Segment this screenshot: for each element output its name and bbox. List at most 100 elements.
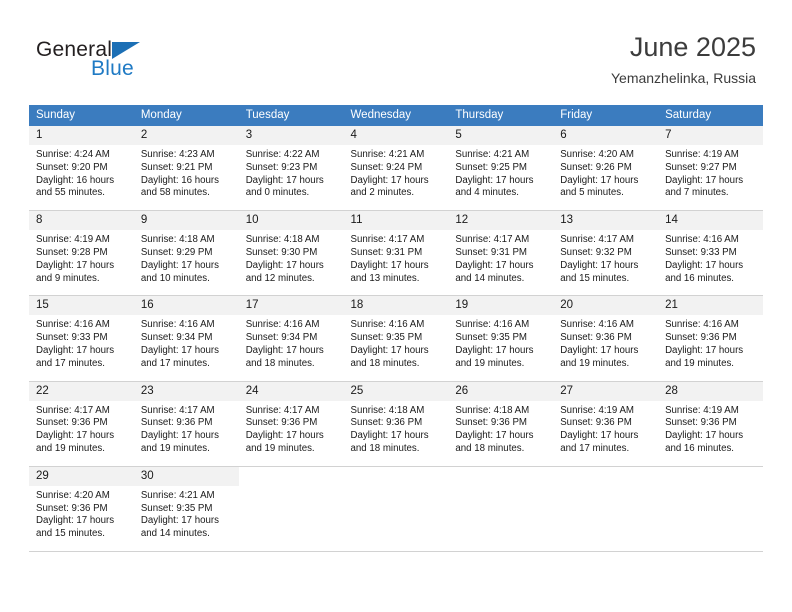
day-number-cell[interactable]: 30 — [133, 466, 239, 486]
day-number-cell[interactable]: 22 — [29, 381, 134, 401]
day-detail-cell[interactable]: Sunrise: 4:19 AM Sunset: 9:36 PM Daylight:… — [553, 400, 659, 465]
day-number-cell[interactable]: 12 — [448, 210, 554, 231]
general-blue-logo[interactable]: General Blue — [36, 38, 216, 84]
sunset-time: Sunset: 9:32 PM — [560, 246, 632, 258]
day-number-cell[interactable]: 25 — [343, 381, 449, 401]
daylight-hours: Daylight: 17 hours — [455, 259, 534, 271]
day-number-cell[interactable]: 8 — [29, 210, 134, 231]
day-detail-cell[interactable]: Sunrise: 4:17 AM Sunset: 9:36 PM Daylight:… — [133, 400, 239, 465]
day-detail-cell[interactable]: Sunrise: 4:17 AM Sunset: 9:36 PM Daylight:… — [238, 400, 344, 465]
day-number-cell[interactable]: 20 — [553, 295, 659, 316]
day-detail-cell[interactable]: Sunrise: 4:18 AM Sunset: 9:36 PM Daylight:… — [343, 400, 449, 465]
day-number-cell[interactable]: 18 — [343, 295, 449, 316]
day-number-cell[interactable]: 3 — [238, 126, 344, 145]
day-detail-cell[interactable]: Sunrise: 4:17 AM Sunset: 9:31 PM Daylight:… — [343, 230, 449, 295]
day-number-cell[interactable]: 4 — [343, 126, 449, 145]
day-number-cell[interactable]: 16 — [133, 295, 239, 316]
day-number-cell[interactable]: 1 — [29, 126, 134, 145]
daylight-hours: Daylight: 17 hours — [140, 430, 219, 442]
day-detail-cell[interactable]: Sunrise: 4:18 AM Sunset: 9:36 PM Daylight:… — [448, 400, 554, 465]
day-detail-cell[interactable]: Sunrise: 4:16 AM Sunset: 9:34 PM Daylight:… — [133, 315, 239, 380]
daylight-minutes: and 4 minutes. — [455, 187, 519, 199]
day-detail-cell[interactable]: Sunrise: 4:16 AM Sunset: 9:35 PM Daylight:… — [343, 315, 449, 380]
day-number-cell[interactable]: 10 — [238, 210, 344, 231]
day-number-cell[interactable]: 28 — [658, 381, 763, 401]
day-detail-cell[interactable]: Sunrise: 4:18 AM Sunset: 9:29 PM Daylight:… — [133, 230, 239, 295]
day-detail-cell[interactable]: Sunrise: 4:16 AM Sunset: 9:36 PM Daylight:… — [658, 315, 763, 380]
daylight-hours: Daylight: 17 hours — [245, 430, 324, 442]
day-detail-cell[interactable]: Sunrise: 4:19 AM Sunset: 9:28 PM Daylight:… — [29, 230, 134, 295]
day-number-cell[interactable]: 5 — [448, 126, 554, 145]
daylight-minutes: and 14 minutes. — [140, 528, 210, 540]
sunrise-time: Sunrise: 4:20 AM — [560, 149, 634, 160]
day-number-cell[interactable]: 2 — [133, 126, 239, 145]
day-number-cell[interactable]: 27 — [553, 381, 659, 401]
day-number-cell[interactable]: 14 — [658, 210, 763, 231]
day-number-cell[interactable]: 17 — [238, 295, 344, 316]
day-detail-cell[interactable]: Sunrise: 4:17 AM Sunset: 9:36 PM Daylight:… — [29, 400, 134, 465]
day-detail-cell[interactable]: Sunrise: 4:21 AM Sunset: 9:35 PM Daylight:… — [133, 485, 239, 550]
day-detail-cell[interactable]: Sunrise: 4:16 AM Sunset: 9:33 PM Daylight:… — [29, 315, 134, 380]
day-detail-cell[interactable]: Sunrise: 4:16 AM Sunset: 9:33 PM Daylight:… — [658, 230, 763, 295]
day-detail-cell[interactable]: Sunrise: 4:21 AM Sunset: 9:25 PM Daylight:… — [448, 145, 554, 210]
day-detail-cell[interactable]: Sunrise: 4:20 AM Sunset: 9:36 PM Daylight:… — [29, 485, 134, 550]
day-detail-cell[interactable]: Sunrise: 4:22 AM Sunset: 9:23 PM Daylight:… — [238, 145, 344, 210]
day-number-cell[interactable]: 29 — [29, 466, 134, 486]
day-detail-cell[interactable]: Sunrise: 4:16 AM Sunset: 9:34 PM Daylight:… — [238, 315, 344, 380]
sunset-time: Sunset: 9:36 PM — [245, 417, 318, 429]
daylight-hours: Daylight: 16 hours — [140, 174, 219, 186]
day-number-cell[interactable]: 11 — [343, 210, 449, 231]
day-detail-cell[interactable]: Sunrise: 4:16 AM Sunset: 9:36 PM Daylight:… — [553, 315, 659, 380]
daylight-minutes: and 15 minutes. — [560, 272, 630, 284]
sunrise-time: Sunrise: 4:19 AM — [36, 234, 110, 246]
day-number-cell[interactable]: 9 — [133, 210, 239, 231]
day-number-cell[interactable]: 7 — [658, 126, 763, 145]
day-detail-cell[interactable]: Sunrise: 4:17 AM Sunset: 9:31 PM Daylight:… — [448, 230, 554, 295]
sunset-time: Sunset: 9:36 PM — [455, 417, 527, 429]
daylight-hours: Daylight: 17 hours — [140, 515, 219, 527]
day-detail-cell[interactable]: Sunrise: 4:24 AM Sunset: 9:20 PM Daylight:… — [29, 145, 134, 210]
day-number-cell[interactable]: 13 — [553, 210, 659, 231]
day-detail-cell[interactable]: Sunrise: 4:20 AM Sunset: 9:26 PM Daylight:… — [553, 145, 659, 210]
day-number-cell[interactable]: 19 — [448, 295, 554, 316]
sunset-time: Sunset: 9:33 PM — [36, 332, 108, 344]
sunset-time: Sunset: 9:30 PM — [245, 246, 318, 258]
day-detail-cell[interactable]: Sunrise: 4:21 AM Sunset: 9:24 PM Daylight:… — [343, 145, 449, 210]
week-daynumber-row: 29 30 — [29, 466, 763, 486]
sunrise-time: Sunrise: 4:19 AM — [665, 149, 739, 160]
calendar-body: 1 2 3 4 5 6 7 Sunrise: 4:24 AM Sunset: 9:20 PM Da… — [29, 126, 763, 552]
weekday-header-wednesday: Wednesday — [343, 105, 449, 126]
day-number-cell[interactable]: 26 — [448, 381, 554, 401]
daylight-hours: Daylight: 17 hours — [36, 259, 115, 271]
daylight-hours: Daylight: 17 hours — [560, 174, 639, 186]
day-detail-cell[interactable]: Sunrise: 4:19 AM Sunset: 9:36 PM Daylight:… — [658, 400, 763, 465]
day-detail-cell[interactable]: Sunrise: 4:18 AM Sunset: 9:30 PM Daylight:… — [238, 230, 344, 295]
sunset-time: Sunset: 9:36 PM — [36, 502, 108, 514]
week-separator-line — [29, 549, 763, 552]
daylight-hours: Daylight: 17 hours — [140, 259, 219, 271]
day-detail-cell[interactable]: Sunrise: 4:19 AM Sunset: 9:27 PM Daylight:… — [658, 145, 763, 210]
daylight-minutes: and 16 minutes. — [665, 442, 734, 454]
day-number-cell[interactable]: 15 — [29, 295, 134, 316]
day-detail-cell[interactable]: Sunrise: 4:16 AM Sunset: 9:35 PM Daylight:… — [448, 315, 554, 380]
day-cell-empty — [238, 466, 344, 486]
day-number-cell[interactable]: 21 — [658, 295, 763, 316]
day-detail-cell[interactable]: Sunrise: 4:23 AM Sunset: 9:21 PM Daylight:… — [133, 145, 239, 210]
sunrise-sunset-calendar: Sunday Monday Tuesday Wednesday Thursday… — [29, 105, 763, 552]
sunrise-time: Sunrise: 4:17 AM — [560, 234, 634, 246]
daylight-hours: Daylight: 17 hours — [245, 344, 324, 356]
sunrise-time: Sunrise: 4:17 AM — [245, 404, 320, 416]
daylight-hours: Daylight: 17 hours — [665, 344, 744, 356]
day-detail-cell[interactable]: Sunrise: 4:17 AM Sunset: 9:32 PM Daylight:… — [553, 230, 659, 295]
sunset-time: Sunset: 9:23 PM — [245, 161, 318, 173]
daylight-minutes: and 5 minutes. — [560, 187, 624, 199]
sunrise-time: Sunrise: 4:16 AM — [245, 319, 320, 331]
day-number-cell[interactable]: 24 — [238, 381, 344, 401]
week-daynumber-row: 15 16 17 18 19 20 21 — [29, 295, 763, 316]
day-detail-empty — [448, 485, 554, 550]
daylight-hours: Daylight: 17 hours — [455, 430, 534, 442]
sunrise-time: Sunrise: 4:17 AM — [36, 404, 110, 416]
sunset-time: Sunset: 9:36 PM — [560, 417, 632, 429]
day-number-cell[interactable]: 6 — [553, 126, 659, 145]
day-number-cell[interactable]: 23 — [133, 381, 239, 401]
